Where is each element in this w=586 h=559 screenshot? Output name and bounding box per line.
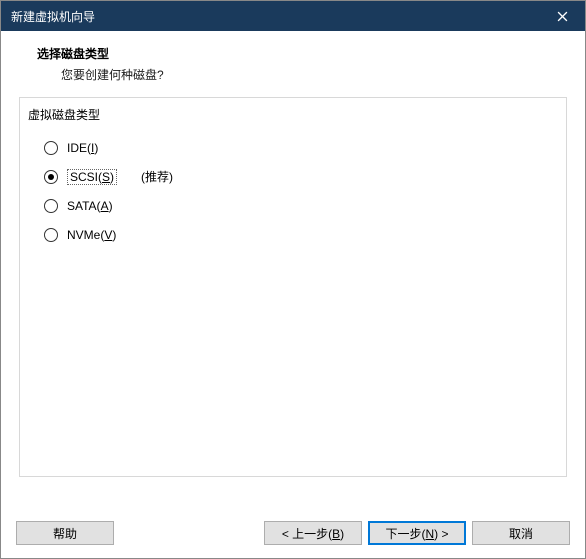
radio-icon — [44, 170, 58, 184]
radio-label: SCSI(S) — [67, 169, 117, 185]
cancel-button[interactable]: 取消 — [472, 521, 570, 545]
page-subtitle: 您要创建何种磁盘? — [61, 66, 565, 83]
close-icon — [557, 11, 568, 22]
group-label: 虚拟磁盘类型 — [20, 98, 566, 133]
page-title: 选择磁盘类型 — [37, 45, 565, 62]
radio-label: NVMe(V) — [67, 228, 116, 242]
window-title: 新建虚拟机向导 — [11, 8, 95, 25]
radio-option-ide[interactable]: IDE(I) — [44, 133, 566, 162]
radio-option-nvme[interactable]: NVMe(V) — [44, 220, 566, 249]
next-button[interactable]: 下一步(N) > — [368, 521, 466, 545]
titlebar: 新建虚拟机向导 — [1, 1, 585, 31]
footer-actions: < 上一步(B) 下一步(N) > 取消 — [264, 521, 570, 545]
radio-label: SATA(A) — [67, 199, 113, 213]
recommended-hint: (推荐) — [141, 168, 173, 185]
radio-icon — [44, 141, 58, 155]
radio-group-disk-type: IDE(I) SCSI(S) (推荐) SATA(A) NVMe(V) — [20, 133, 566, 249]
close-button[interactable] — [540, 1, 585, 31]
radio-icon — [44, 199, 58, 213]
radio-option-sata[interactable]: SATA(A) — [44, 191, 566, 220]
wizard-footer: 帮助 < 上一步(B) 下一步(N) > 取消 — [0, 521, 586, 545]
radio-icon — [44, 228, 58, 242]
radio-option-scsi[interactable]: SCSI(S) (推荐) — [44, 162, 566, 191]
content-panel: 虚拟磁盘类型 IDE(I) SCSI(S) (推荐) SATA(A) NVMe(… — [19, 97, 567, 477]
wizard-header: 选择磁盘类型 您要创建何种磁盘? — [1, 31, 585, 97]
help-button[interactable]: 帮助 — [16, 521, 114, 545]
radio-label: IDE(I) — [67, 141, 98, 155]
back-button[interactable]: < 上一步(B) — [264, 521, 362, 545]
